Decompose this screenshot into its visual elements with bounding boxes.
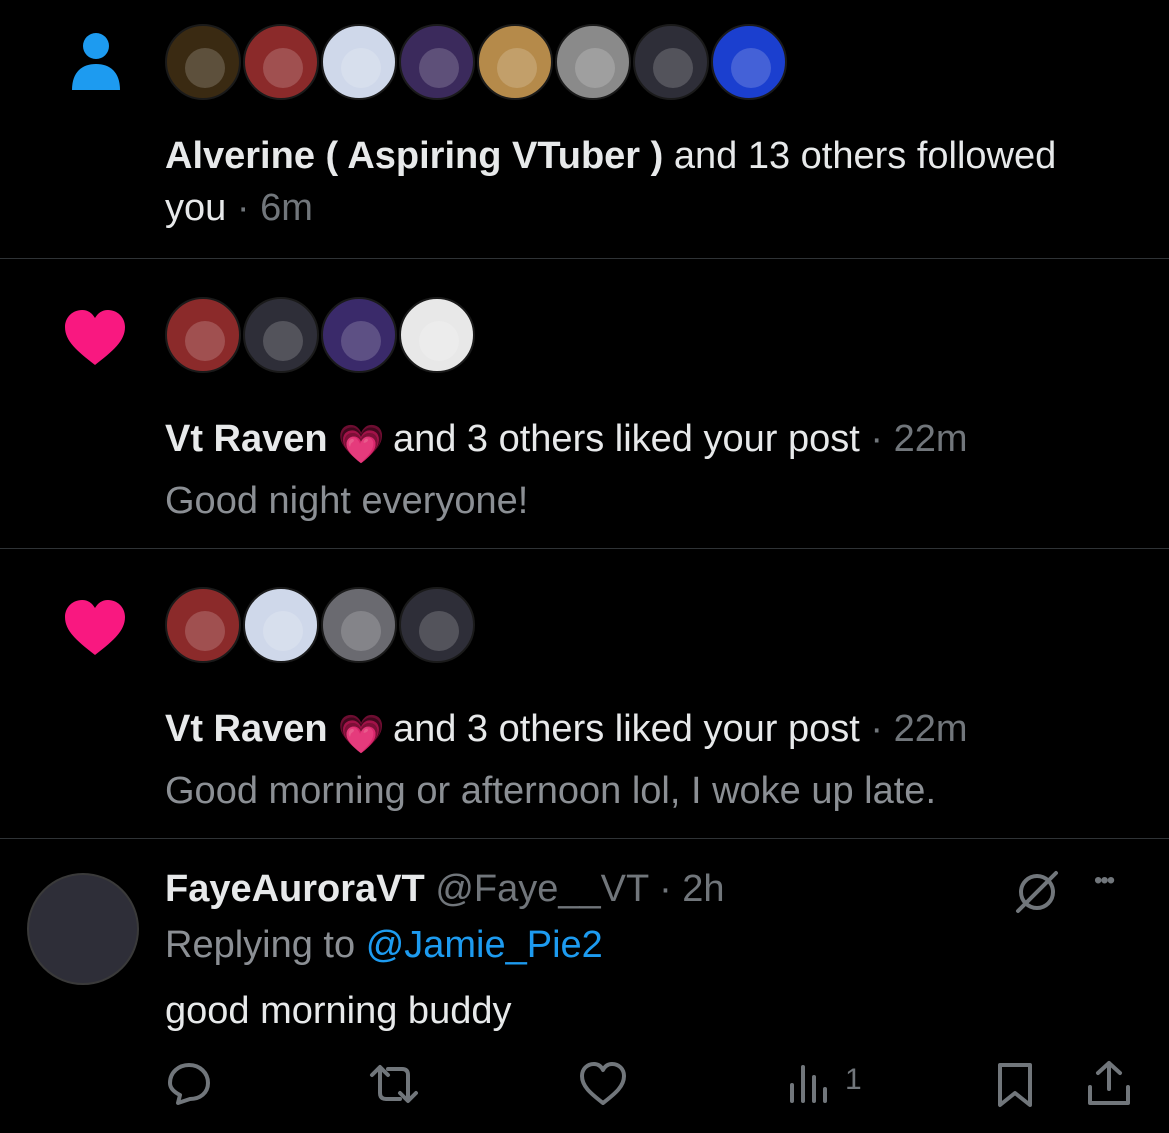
replying-to: Replying to @Jamie_Pie2: [165, 919, 603, 971]
avatar[interactable]: [477, 24, 553, 100]
timestamp: 6m: [260, 187, 313, 229]
avatar[interactable]: [711, 24, 787, 100]
avatar[interactable]: [321, 587, 397, 663]
notification-text: Vt Raven 💗 and 3 others liked your post · …: [165, 413, 968, 471]
liked-post-text[interactable]: Good morning or afternoon lol, I woke up…: [165, 765, 936, 817]
avatar[interactable]: [399, 587, 475, 663]
heart-icon: [65, 310, 125, 365]
replying-to-handle[interactable]: @Jamie_Pie2: [366, 924, 603, 966]
reply-post[interactable]: FayeAuroraVT @Faye__VT · 2h ••• Replying…: [0, 839, 1169, 1133]
notification-action-cont: you: [165, 187, 227, 229]
notification-text-cont: you · 6m: [165, 187, 313, 229]
bookmark-icon[interactable]: [994, 1061, 1036, 1109]
share-icon[interactable]: [1086, 1059, 1132, 1107]
liker-avatars: [165, 587, 477, 663]
reply-icon[interactable]: [164, 1061, 214, 1107]
follower-avatars: [165, 24, 789, 100]
notification-action: and 3 others liked your post: [392, 708, 860, 750]
avatar[interactable]: [633, 24, 709, 100]
notification-action: and 3 others liked your post: [392, 418, 860, 460]
notification-text: Alverine ( Aspiring VTuber ) and 13 othe…: [165, 130, 1056, 182]
post-header: FayeAuroraVT @Faye__VT · 2h: [165, 868, 725, 910]
like-notification[interactable]: Vt Raven 💗 and 3 others liked your post · …: [0, 259, 1169, 549]
actor-name[interactable]: Vt Raven: [165, 418, 328, 460]
avatar[interactable]: [555, 24, 631, 100]
heart-icon: [65, 600, 125, 655]
avatar[interactable]: [243, 24, 319, 100]
like-icon[interactable]: [578, 1061, 628, 1107]
avatar[interactable]: [399, 24, 475, 100]
post-text: good morning buddy: [165, 990, 512, 1032]
avatar[interactable]: [165, 587, 241, 663]
avatar[interactable]: [243, 587, 319, 663]
avatar[interactable]: [399, 297, 475, 373]
avatar[interactable]: [243, 297, 319, 373]
handle[interactable]: @Faye__VT: [435, 868, 648, 910]
timestamp: 22m: [893, 708, 968, 750]
display-name[interactable]: FayeAuroraVT: [165, 868, 425, 910]
liker-avatars: [165, 297, 477, 373]
views-count: 1: [845, 1063, 862, 1096]
avatar[interactable]: [165, 297, 241, 373]
repost-icon[interactable]: [366, 1061, 422, 1107]
actor-name[interactable]: Vt Raven: [165, 708, 328, 750]
avatar[interactable]: [321, 24, 397, 100]
views-icon[interactable]: [788, 1063, 830, 1103]
timestamp: 2h: [682, 868, 725, 910]
grok-icon[interactable]: [1012, 867, 1062, 917]
avatar[interactable]: [165, 24, 241, 100]
like-notification[interactable]: Vt Raven 💗 and 3 others liked your post · …: [0, 549, 1169, 839]
timestamp: 22m: [893, 418, 968, 460]
heart-emoji: 💗: [337, 424, 385, 466]
person-icon: [72, 33, 120, 90]
notification-action: and 13 others followed: [673, 135, 1057, 177]
avatar[interactable]: [27, 873, 139, 985]
follow-notification[interactable]: Alverine ( Aspiring VTuber ) and 13 othe…: [0, 0, 1169, 259]
avatar[interactable]: [321, 297, 397, 373]
more-options-icon[interactable]: •••: [1094, 867, 1115, 895]
actor-name[interactable]: Alverine ( Aspiring VTuber ): [165, 135, 663, 177]
heart-emoji: 💗: [337, 714, 385, 756]
replying-to-prefix: Replying to: [165, 924, 356, 966]
notification-text: Vt Raven 💗 and 3 others liked your post · …: [165, 703, 968, 761]
liked-post-text[interactable]: Good night everyone!: [165, 475, 528, 527]
